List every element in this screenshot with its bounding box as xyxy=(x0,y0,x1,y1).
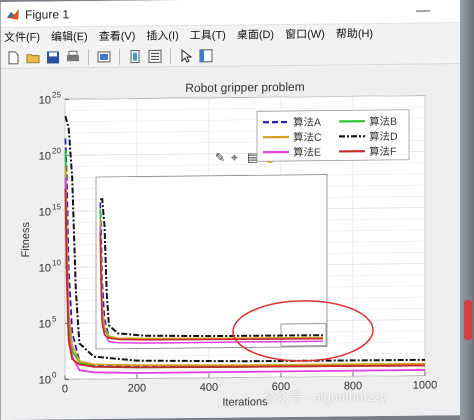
y-tick-label: 10 xyxy=(39,94,51,106)
y-tick-label: 10 xyxy=(39,318,51,330)
link-plot-icon xyxy=(97,50,111,62)
link-plot-button[interactable] xyxy=(95,47,113,65)
window-title: Figure 1 xyxy=(25,7,70,22)
new-figure-button[interactable] xyxy=(4,48,22,66)
watermark: 公众号 · algorithmzzy xyxy=(263,386,387,406)
toolbar-separator xyxy=(119,48,120,65)
edit-plot-button[interactable] xyxy=(177,46,195,64)
menu-tools[interactable]: 工具(T) xyxy=(190,27,226,43)
background-object xyxy=(464,300,472,340)
x-tick-label: 1000 xyxy=(413,379,437,391)
legend-label-5: 算法E xyxy=(293,146,321,159)
edit-plot-arrow-icon xyxy=(181,48,193,63)
property-inspector-button[interactable] xyxy=(197,46,215,64)
save-button[interactable] xyxy=(44,48,62,66)
x-tick-label: 0 xyxy=(62,383,68,395)
brush-icon[interactable]: ✎ xyxy=(215,151,225,165)
background-edge xyxy=(460,0,474,420)
figure-canvas: Robot gripper problem 0 200 400 600 800 1000 10… xyxy=(1,65,474,420)
inset-axes xyxy=(95,174,328,350)
insert-colorbar-button[interactable] xyxy=(126,47,144,65)
x-tick-label: 400 xyxy=(200,382,218,394)
menu-file[interactable]: 文件(F) xyxy=(4,29,40,45)
x-tick-label: 200 xyxy=(128,382,146,394)
y-tick-exponent: 15 xyxy=(52,202,61,211)
insert-legend-icon xyxy=(148,49,162,63)
legend-label-2: 算法B xyxy=(369,115,397,128)
open-file-icon xyxy=(26,53,40,63)
watermark-text: 公众号 · algorithmzzy xyxy=(263,388,387,406)
menu-view[interactable]: 查看(V) xyxy=(99,28,136,44)
legend-label-6: 算法F xyxy=(369,145,396,158)
print-button[interactable] xyxy=(64,48,82,66)
y-tick-label: 10 xyxy=(39,150,51,162)
y-tick-exponent: 25 xyxy=(52,90,61,99)
legend-label-1: 算法A xyxy=(293,116,321,129)
toolbar-separator xyxy=(170,47,171,64)
chart-title: Robot gripper problem xyxy=(185,80,304,95)
y-tick-exponent: 20 xyxy=(52,146,61,155)
menu-insert[interactable]: 插入(I) xyxy=(146,27,178,43)
x-axis-label: Iterations xyxy=(222,396,268,408)
toolbar-separator xyxy=(88,48,89,65)
fitness-convergence-chart: Robot gripper problem0 200 400 600 800 100010… xyxy=(20,80,437,409)
y-tick-label: 10 xyxy=(39,262,51,274)
menu-window[interactable]: 窗口(W) xyxy=(285,26,325,42)
y-tick-exponent: 0 xyxy=(52,370,57,379)
figure-window: Figure 1 — 文件(F) 编辑(E) 查看(V) 插入(I) 工具(T)… xyxy=(0,0,474,420)
matlab-icon xyxy=(7,8,19,20)
menu-help[interactable]: 帮助(H) xyxy=(336,25,373,41)
insert-colorbar-icon xyxy=(130,49,140,63)
y-axis-label: Fitness xyxy=(20,221,32,257)
y-tick-label: 10 xyxy=(39,374,51,386)
insert-legend-button[interactable] xyxy=(146,47,164,65)
legend-label-4: 算法D xyxy=(369,130,398,143)
minimize-icon: — xyxy=(416,1,430,18)
property-inspector-icon xyxy=(199,48,213,62)
data-tips-icon[interactable]: ⌖ xyxy=(231,151,238,165)
y-tick-exponent: 10 xyxy=(52,258,61,267)
minimize-button[interactable]: — xyxy=(412,0,434,20)
print-icon xyxy=(67,50,79,61)
new-figure-icon xyxy=(8,50,19,64)
menu-desktop[interactable]: 桌面(D) xyxy=(237,26,274,42)
open-file-button[interactable] xyxy=(24,48,42,66)
legend-label-3: 算法C xyxy=(293,131,322,144)
y-tick-exponent: 5 xyxy=(52,314,57,323)
y-tick-label: 10 xyxy=(39,206,51,218)
save-icon xyxy=(47,50,59,64)
menu-edit[interactable]: 编辑(E) xyxy=(51,28,88,44)
